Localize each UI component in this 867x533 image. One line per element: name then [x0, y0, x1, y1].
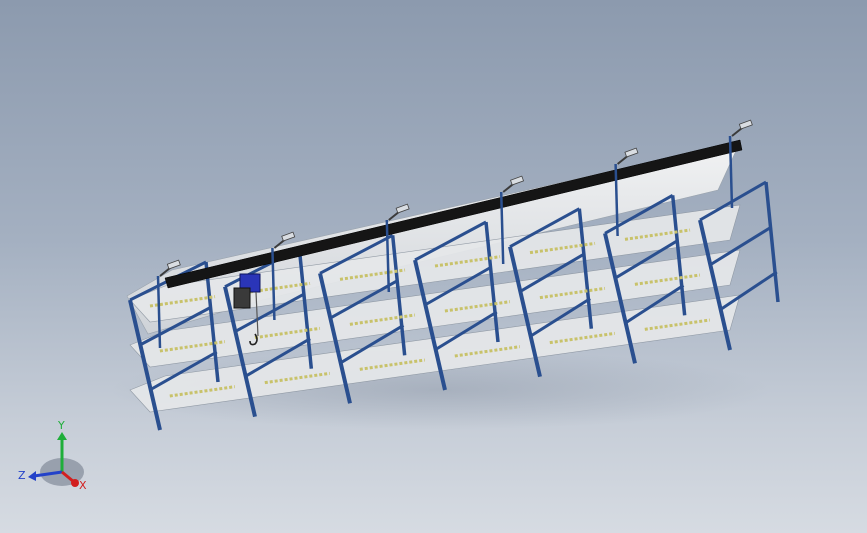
y-axis-label: Y [57, 419, 65, 432]
y-axis-arrow [57, 432, 67, 440]
lamp-head-3 [510, 175, 525, 186]
lamp-head-0 [166, 259, 181, 270]
hoist-body [233, 287, 251, 309]
z-axis-label: Z [18, 469, 26, 482]
lamp-head-5 [738, 119, 753, 130]
lamp-head-1 [281, 231, 296, 242]
z-axis-arrow [28, 471, 36, 481]
orientation-triad[interactable]: Y Z X [14, 416, 94, 496]
lamp-arm-5 [731, 127, 743, 137]
x-axis-label: X [79, 479, 87, 492]
lamp-head-4 [624, 147, 639, 158]
back-post-6 [764, 181, 780, 303]
x-axis-knob [71, 479, 79, 487]
cad-viewport[interactable]: Y Z X [0, 0, 867, 533]
lamp-arm-3 [502, 183, 514, 193]
lamp-head-2 [395, 203, 410, 214]
rack-assembly-model[interactable] [0, 0, 867, 533]
lamp-arm-2 [388, 211, 400, 221]
lamp-arm-4 [616, 155, 629, 165]
